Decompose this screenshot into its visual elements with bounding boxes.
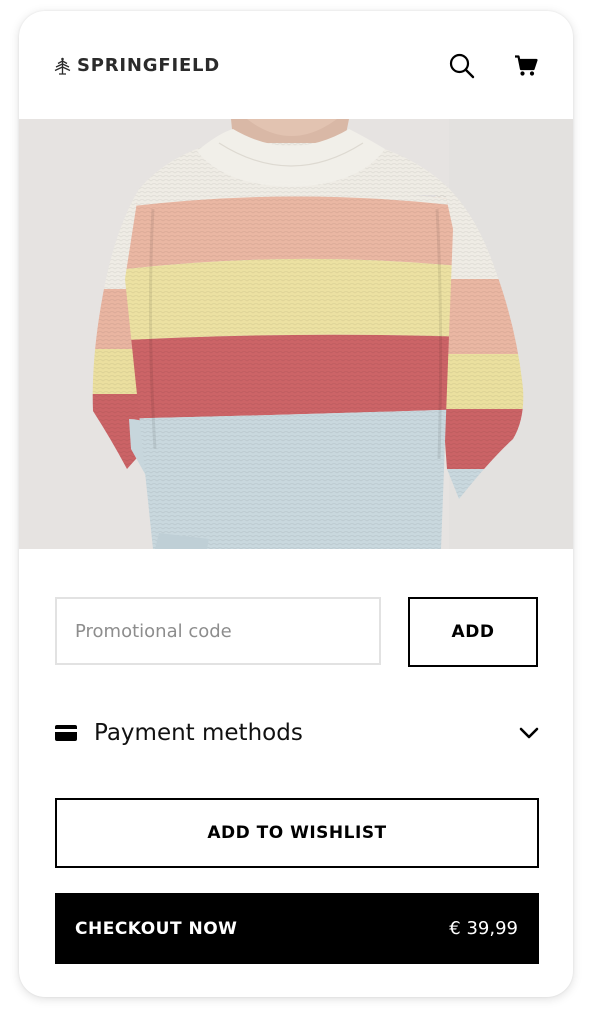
add-to-wishlist-button[interactable]: ADD TO WISHLIST [55, 798, 539, 868]
app-header: SPRINGFIELD [19, 11, 573, 119]
checkout-price: € 39,99 [449, 918, 518, 939]
payment-methods-toggle[interactable]: Payment methods [55, 711, 539, 755]
checkout-now-button[interactable]: CHECKOUT NOW € 39,99 [55, 893, 539, 964]
cart-icon [515, 55, 538, 76]
brand-logo[interactable]: SPRINGFIELD [53, 55, 220, 76]
cart-button[interactable] [511, 51, 541, 81]
promo-code-input[interactable] [55, 597, 381, 665]
search-icon [449, 53, 475, 79]
tree-logo-icon [53, 57, 72, 75]
add-promo-button[interactable]: ADD [408, 597, 538, 667]
credit-card-icon [55, 725, 77, 741]
brand-name: SPRINGFIELD [77, 55, 221, 76]
phone-frame: SPRINGFIELD Promotional code ADD Payment… [19, 11, 573, 997]
search-button[interactable] [447, 51, 477, 81]
checkout-label: CHECKOUT NOW [75, 918, 238, 939]
product-image [19, 119, 573, 549]
payment-methods-label: Payment methods [94, 720, 303, 746]
chevron-down-icon [519, 727, 539, 739]
